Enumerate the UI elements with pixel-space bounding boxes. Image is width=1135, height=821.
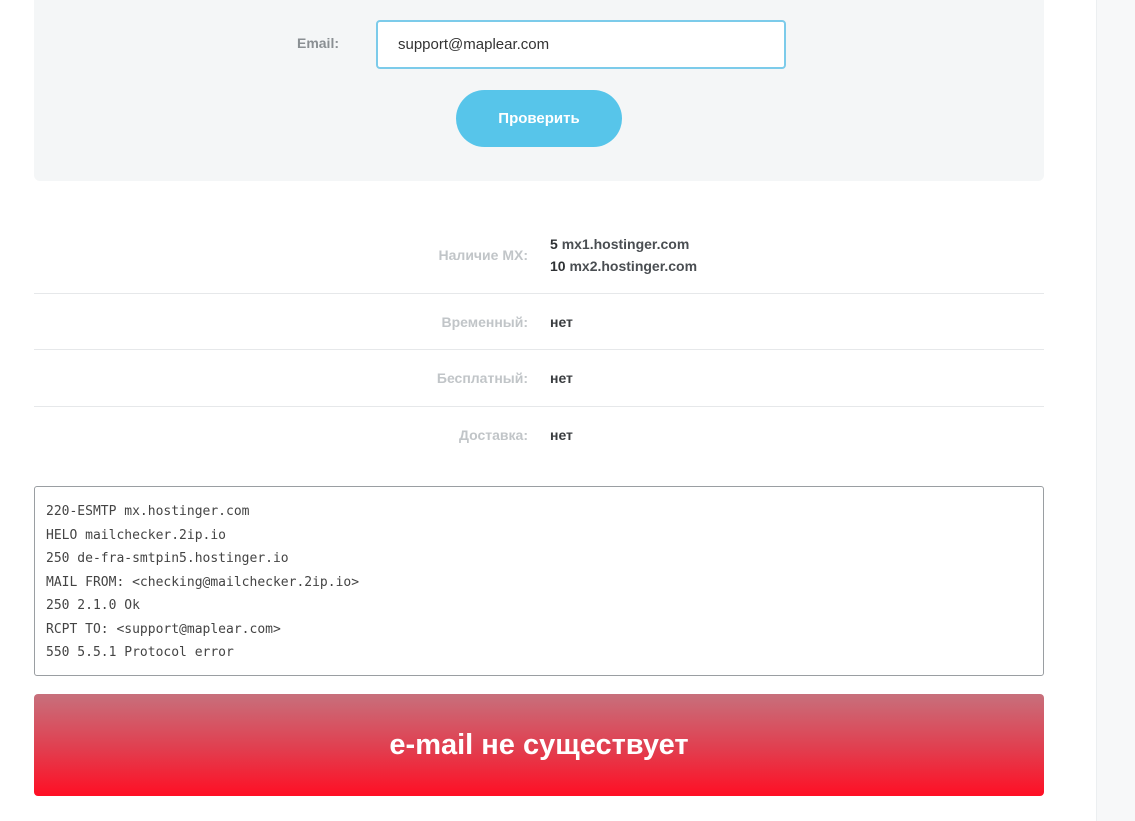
delivery-label: Доставка: [458,427,528,443]
verdict-text: e-mail не существует [389,728,689,761]
mx-label: Наличие MX: [438,247,528,263]
smtp-log-line: 250 de-fra-smtpin5.hostinger.io [46,551,289,566]
email-label: Email: [296,35,339,51]
mx-priority: 10 [550,258,566,274]
mx-record: 5 mx1.hostinger.com [550,233,697,255]
email-check-form: Email: Проверить [34,0,1044,181]
result-row-delivery: Доставка: нет [34,407,1044,463]
mx-host: mx1.hostinger.com [561,236,690,252]
temporary-label: Временный: [441,313,528,330]
free-label: Бесплатный: [436,370,528,386]
mx-records: 5 mx1.hostinger.com 10 mx2.hostinger.com [550,233,697,277]
result-row-temporary: Временный: нет [34,294,1044,350]
mx-host: mx2.hostinger.com [569,258,698,274]
smtp-log-line: MAIL FROM: <checking@mailchecker.2ip.io> [46,574,360,590]
temporary-value: нет [550,313,573,330]
check-button[interactable]: Проверить [456,90,622,147]
right-sidebar [1096,0,1135,821]
free-value: нет [550,370,573,386]
smtp-log-line: 550 5.5.1 Protocol error [46,645,234,660]
result-row-mx: Наличие MX: 5 mx1.hostinger.com 10 mx2.h… [34,217,1044,294]
smtp-log-line: 250 2.1.0 Ok [46,598,140,613]
results-table: Наличие MX: 5 mx1.hostinger.com 10 mx2.h… [34,217,1044,463]
verdict-banner: e-mail не существует [34,694,1044,796]
smtp-log-line: HELO mailchecker.2ip.io [46,527,227,543]
mx-priority: 5 [550,236,558,252]
smtp-log-line: RCPT TO: <support@maplear.com> [46,621,281,637]
smtp-log-line: 220-ESMTP mx.hostinger.com [46,504,250,519]
delivery-value: нет [550,427,573,443]
result-row-free: Бесплатный: нет [34,350,1044,407]
email-input[interactable] [376,20,786,69]
smtp-log[interactable]: 220-ESMTP mx.hostinger.com HELO mailchec… [34,486,1044,676]
mx-record: 10 mx2.hostinger.com [550,255,697,277]
mail-checker-page: Email: Проверить Наличие MX: 5 mx1.hosti… [0,0,1135,821]
